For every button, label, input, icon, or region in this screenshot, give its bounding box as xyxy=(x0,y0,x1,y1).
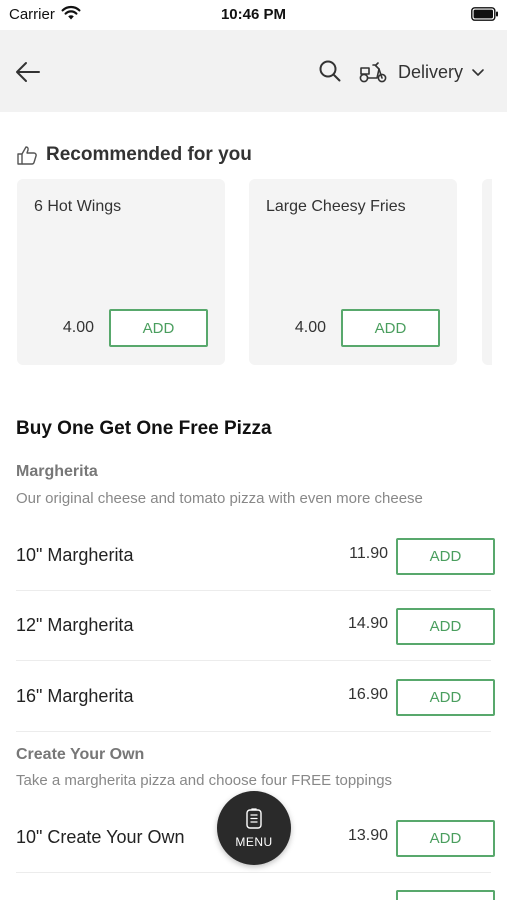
group-name: Margherita xyxy=(16,463,98,480)
menu-item-name: 10" Margherita xyxy=(16,545,134,565)
menu-item-price: 14.90 xyxy=(347,615,388,632)
add-button[interactable]: ADD xyxy=(396,608,495,645)
back-button[interactable] xyxy=(12,56,44,88)
app-header: Delivery xyxy=(0,30,507,112)
card-item-price: 4.00 xyxy=(294,319,326,336)
group-description: Our original cheese and tomato pizza wit… xyxy=(16,490,423,507)
menu-fab-button[interactable]: MENU xyxy=(217,791,291,865)
menu-item-price: 13.90 xyxy=(347,827,388,844)
recommended-header: Recommended for you xyxy=(16,142,252,168)
delivery-label: Delivery xyxy=(398,61,464,82)
card-item-name: Large Cheesy Fries xyxy=(266,198,406,215)
scooter-icon xyxy=(359,62,387,83)
card-item-name: 6 Hot Wings xyxy=(34,198,122,215)
thumbs-up-icon xyxy=(17,146,37,165)
menu-item-row[interactable]: 12" Margherita 14.90 ADD xyxy=(16,591,495,661)
menu-item-name: 10" Create Your Own xyxy=(16,827,185,847)
menu-item-row[interactable]: 10" Margherita 11.90 ADD xyxy=(16,521,495,591)
add-button[interactable]: ADD xyxy=(396,538,495,575)
add-button[interactable]: ADD xyxy=(396,679,495,716)
status-bar: Carrier 10:46 PM xyxy=(0,0,507,30)
card-item-price: 4.00 xyxy=(62,319,94,336)
chevron-down-icon xyxy=(472,69,484,76)
back-arrow-icon xyxy=(16,62,40,82)
menu-item-price: 11.90 xyxy=(349,545,388,562)
search-icon xyxy=(319,60,341,82)
menu-item-row[interactable]: 16" Margherita 16.90 ADD xyxy=(16,662,495,732)
recommended-card[interactable]: 6 Hot Wings 4.00 ADD xyxy=(17,179,225,365)
recommended-card[interactable]: Large Cheesy Fries 4.00 ADD xyxy=(249,179,457,365)
add-button-partial[interactable] xyxy=(396,890,495,900)
section-title: Buy One Get One Free Pizza xyxy=(16,418,272,439)
recommended-card-peek[interactable] xyxy=(482,179,492,365)
menu-item-name: 16" Margherita xyxy=(16,686,134,706)
delivery-mode-selector[interactable]: Delivery xyxy=(358,54,485,90)
add-button[interactable]: ADD xyxy=(396,820,495,857)
menu-item-price: 16.90 xyxy=(347,686,388,703)
status-time: 10:46 PM xyxy=(220,6,287,23)
group-name: Create Your Own xyxy=(16,746,145,763)
add-button[interactable]: ADD xyxy=(109,309,208,347)
menu-icon xyxy=(246,807,262,829)
recommended-title: Recommended for you xyxy=(46,144,252,165)
search-button[interactable] xyxy=(317,58,343,84)
menu-item-name: 12" Margherita xyxy=(16,615,134,635)
battery-icon xyxy=(471,7,498,21)
add-button[interactable]: ADD xyxy=(341,309,440,347)
group-description: Take a margherita pizza and choose four … xyxy=(16,772,393,789)
menu-fab-label: MENU xyxy=(235,834,273,849)
